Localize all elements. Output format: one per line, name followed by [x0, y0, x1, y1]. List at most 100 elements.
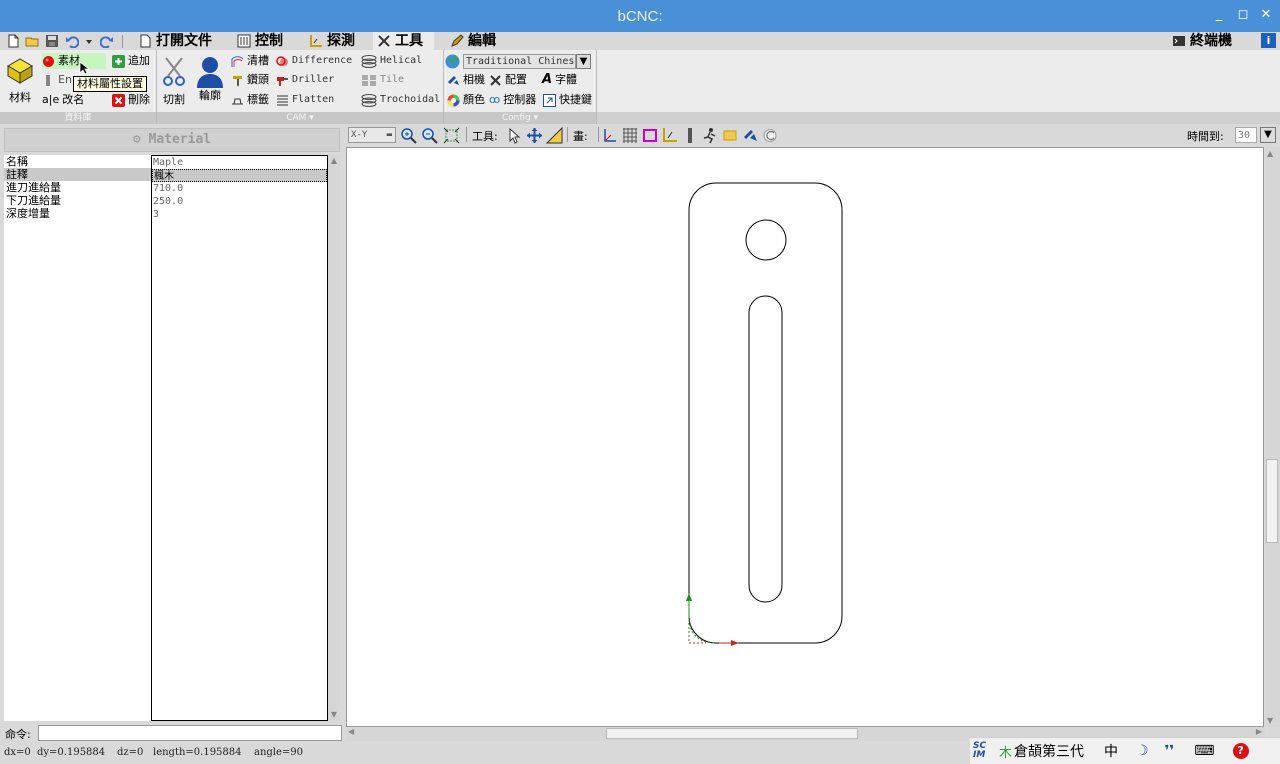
property-name[interactable]: 註釋 — [4, 168, 151, 181]
pocket-button[interactable]: 清槽 — [231, 53, 269, 69]
workarea-icon[interactable] — [682, 127, 698, 144]
outer-contour[interactable] — [688, 182, 843, 644]
axes-icon[interactable] — [602, 127, 618, 144]
property-value[interactable]: 710.0 — [152, 182, 327, 195]
info-icon[interactable]: i — [1261, 33, 1276, 48]
tab-file[interactable]: 打開文件 — [134, 32, 218, 50]
help-icon[interactable]: ? — [1232, 743, 1249, 759]
new-file-icon[interactable] — [6, 34, 20, 48]
cam-group-label-text: CAM — [286, 113, 307, 123]
endmill-button[interactable]: En — [42, 72, 72, 88]
scroll-right-icon[interactable]: ▶ — [1256, 727, 1262, 736]
shortcuts-button[interactable]: 快捷鍵 — [543, 92, 592, 108]
canvas-vertical-scrollbar[interactable]: ▲ ▼ — [1265, 147, 1280, 727]
cam-group-label[interactable]: CAM ▾ — [157, 112, 443, 124]
scroll-up-icon[interactable]: ▲ — [1267, 149, 1273, 158]
property-name[interactable]: 深度增量 — [4, 207, 151, 220]
rename-label: 改名 — [62, 93, 85, 106]
property-name[interactable]: 名稱 — [4, 155, 151, 168]
controller-button[interactable]: ꝏ 控制器 — [489, 92, 536, 108]
rename-button[interactable]: a|e 改名 — [42, 92, 84, 108]
ime-mode[interactable]: 中 — [1104, 741, 1118, 761]
config-button[interactable]: 配置 — [489, 72, 527, 88]
scim-logo-icon[interactable]: SC IM — [973, 742, 991, 760]
ime-name[interactable]: 倉頡第三代 — [1014, 741, 1084, 761]
dropdown-arrow-icon[interactable]: ▼ — [576, 53, 591, 69]
property-value[interactable]: 楓木 — [152, 169, 327, 182]
rapid-motion-icon[interactable] — [702, 127, 718, 144]
trochoidal-button[interactable]: Trochoidal — [361, 92, 440, 108]
grid-icon[interactable] — [622, 127, 638, 144]
zoom-fit-icon[interactable] — [443, 127, 460, 144]
margins-icon[interactable] — [642, 127, 658, 144]
open-folder-icon[interactable] — [25, 34, 39, 48]
ruler-icon[interactable] — [546, 127, 563, 144]
scroll-left-icon[interactable]: ◀ — [348, 727, 354, 736]
tab-probe[interactable]: 探測 — [305, 32, 361, 50]
command-input[interactable] — [38, 725, 342, 741]
zoom-out-icon[interactable] — [421, 127, 438, 144]
refresh-icon[interactable] — [762, 127, 778, 144]
gcode-canvas[interactable] — [346, 147, 1264, 727]
redo-icon[interactable] — [100, 34, 114, 48]
stock-big-button[interactable]: 材料 — [3, 56, 37, 105]
property-scrollbar[interactable]: ▲ ▼ — [328, 155, 340, 721]
material-button[interactable]: 素材 — [42, 53, 106, 69]
flatten-button[interactable]: Flatten — [276, 92, 334, 108]
save-icon[interactable] — [45, 34, 59, 48]
globe-icon — [445, 54, 460, 68]
helical-button[interactable]: Helical — [361, 53, 422, 69]
minimize-button[interactable]: _ — [1211, 7, 1227, 23]
tab-terminal[interactable]: 終端機 — [1168, 32, 1238, 50]
property-name[interactable]: 下刀進給量 — [4, 194, 151, 207]
tabs-button[interactable]: 標籤 — [231, 92, 269, 108]
scroll-down-icon[interactable]: ▼ — [1267, 716, 1273, 725]
add-button[interactable]: 追加 — [112, 53, 150, 69]
driller-button[interactable]: Driller — [276, 72, 334, 88]
view-selector[interactable]: X-Y ▬ — [348, 127, 396, 143]
close-button[interactable]: ✕ — [1258, 7, 1274, 23]
camera-button[interactable]: 相機 — [447, 72, 485, 88]
font-button[interactable]: A 字體 — [542, 72, 577, 88]
camera-view-icon[interactable] — [742, 127, 758, 144]
probe-toggle-icon[interactable] — [662, 127, 678, 144]
color-button[interactable]: 顏色 — [447, 92, 485, 108]
time-dropdown-icon[interactable]: ▼ — [1260, 127, 1276, 143]
property-value[interactable]: Maple — [152, 156, 327, 169]
maximize-button[interactable]: ◻ — [1235, 7, 1251, 23]
difference-button[interactable]: Difference — [276, 53, 352, 69]
time-input[interactable] — [1235, 127, 1257, 143]
pan-move-icon[interactable] — [526, 127, 543, 144]
property-name[interactable]: 進刀進給量 — [4, 181, 151, 194]
drill-button[interactable]: 鑽頭 — [231, 72, 269, 88]
property-value[interactable]: 250.0 — [152, 195, 327, 208]
language-selector[interactable]: Traditional Chinese ▼ — [445, 53, 591, 69]
property-names: 名稱 註釋 進刀進給量 下刀進給量 深度增量 — [4, 155, 151, 721]
zoom-in-icon[interactable] — [400, 127, 417, 144]
slot-contour[interactable] — [748, 295, 783, 603]
half-width-icon[interactable]: ☽ — [1136, 743, 1149, 759]
cut-button[interactable]: 切割 — [159, 56, 189, 107]
undo-dropdown-icon[interactable] — [84, 34, 94, 48]
vertical-scroll-thumb[interactable] — [1266, 459, 1278, 543]
hole-contour[interactable] — [745, 219, 787, 261]
status-dz: dz=0 — [117, 747, 144, 758]
config-group-label[interactable]: Config ▾ — [444, 112, 596, 124]
undo-icon[interactable] — [65, 34, 79, 48]
keyboard-icon[interactable]: ⌨ — [1194, 743, 1214, 759]
scroll-down-icon[interactable]: ▼ — [329, 710, 339, 720]
x-axis-arrow-icon — [731, 640, 739, 646]
punctuation-icon[interactable]: ❜❜ — [1165, 743, 1175, 759]
horizontal-scroll-thumb[interactable] — [606, 728, 858, 739]
difference-icon — [276, 55, 288, 66]
scroll-up-icon[interactable]: ▲ — [329, 156, 339, 166]
select-pointer-icon[interactable] — [506, 127, 522, 144]
tile-button[interactable]: Tile — [361, 72, 404, 88]
delete-button[interactable]: 刪除 — [112, 92, 150, 108]
profile-button[interactable]: 輪廓 — [193, 54, 227, 103]
paths-icon[interactable] — [722, 127, 738, 144]
tab-editor[interactable]: 編輯 — [446, 32, 502, 50]
property-value[interactable]: 3 — [152, 208, 327, 221]
tab-tools[interactable]: 工具 — [373, 32, 434, 50]
tab-control[interactable]: 控制 — [233, 32, 289, 50]
